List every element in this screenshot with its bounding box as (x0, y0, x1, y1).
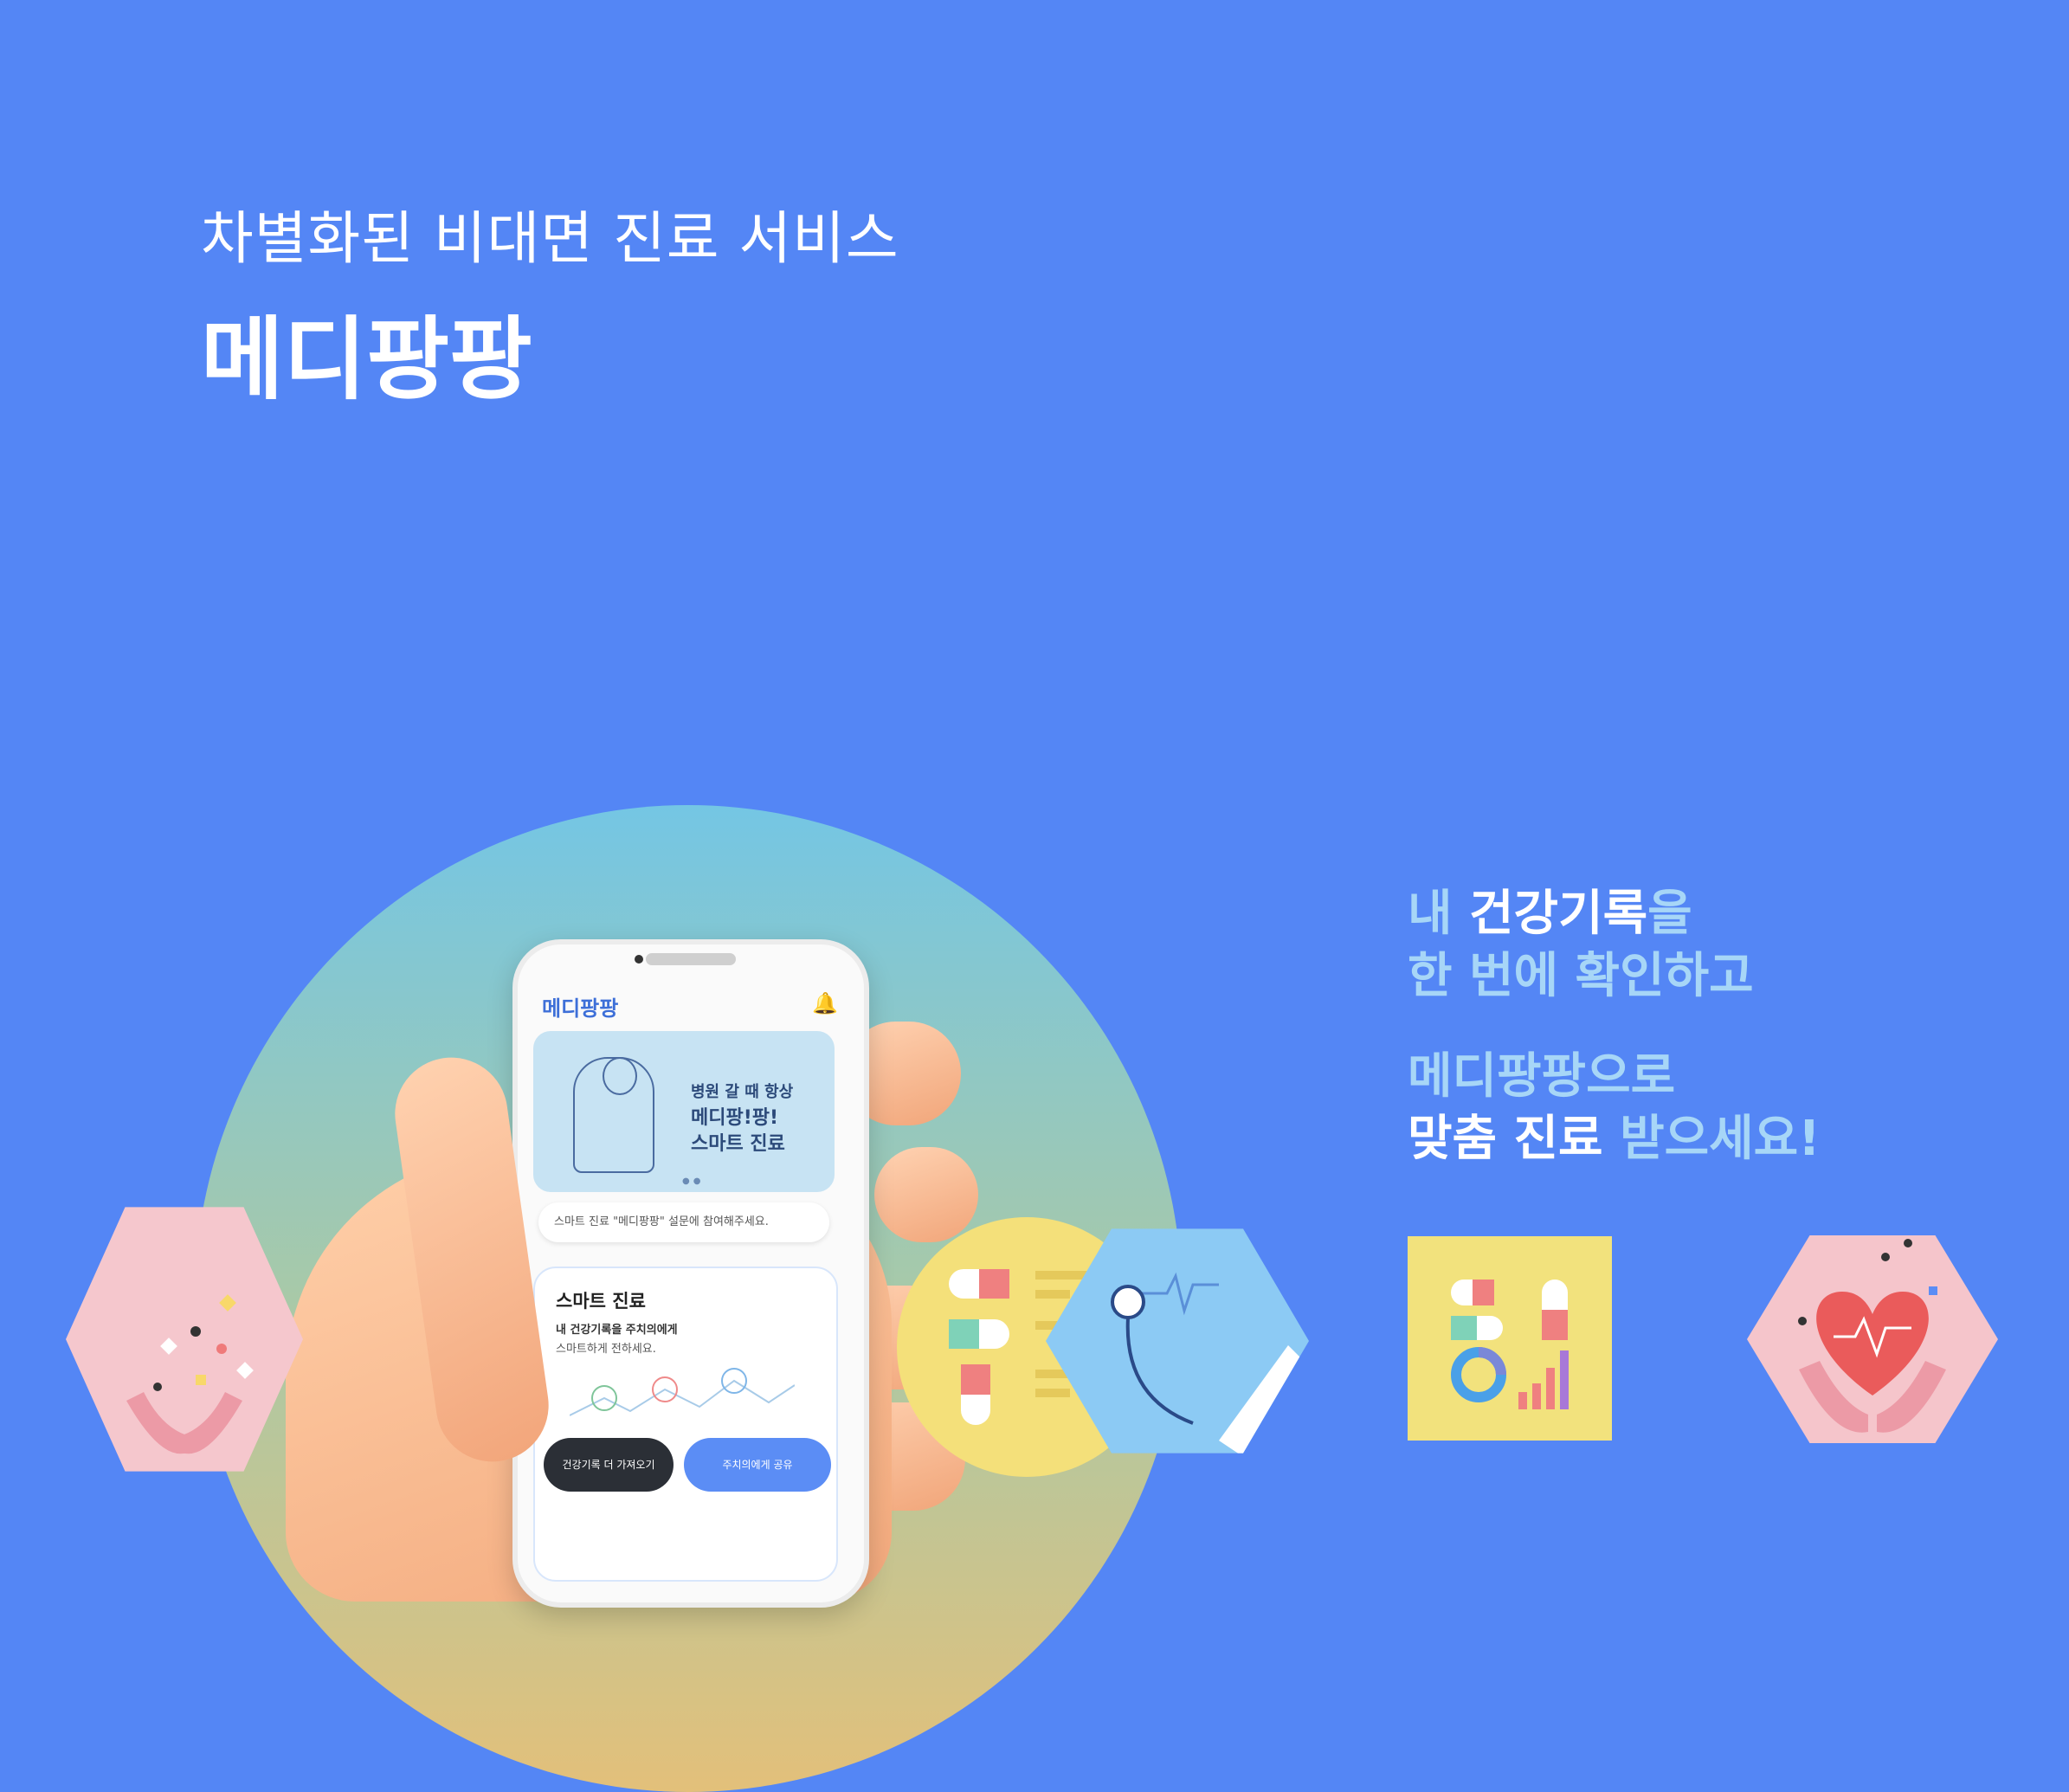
share-doctor-button[interactable]: 주치의에게 공유 (684, 1438, 831, 1492)
health-data-chart-icon (1408, 1236, 1612, 1441)
smart-care-card: 스마트 진료 내 건강기록을 주치의에게 스마트하게 전하세요. 건강기록 더 … (533, 1267, 838, 1582)
copy-line1-bold: 건강기록 (1469, 886, 1648, 942)
copy-line4: 맞춤 진료 받으세요! (1408, 1108, 1821, 1170)
survey-notice[interactable]: 스마트 진료 "메디팡팡" 설문에 참여해주세요. (538, 1202, 829, 1242)
copy-line4-bold: 맞춤 진료 (1408, 1111, 1621, 1167)
header-title: 메디팡팡 (201, 306, 532, 412)
import-records-button[interactable]: 건강기록 더 가져오기 (544, 1438, 674, 1492)
camera-icon (635, 955, 643, 964)
copy-line3: 메디팡팡으로 (1408, 1048, 1676, 1105)
phone-mockup: 메디팡팡 🔔 병원 갈 때 항상 메디팡!팡! 스마트 진료 ●● 스마트 진료… (512, 939, 869, 1608)
app-logo: 메디팡팡 (542, 996, 619, 1021)
phone-speaker (646, 953, 736, 965)
copy-line1: 내 건강기록을 (1408, 883, 1821, 945)
banner-line2: 메디팡!팡! (691, 1107, 779, 1129)
hands-heart-icon (1747, 1235, 1998, 1443)
marketing-copy: 내 건강기록을 한 번에 확인하고 메디팡팡으로 맞춤 진료 받으세요! (1408, 883, 1821, 1170)
header-subtitle: 차별화된 비대면 진료 서비스 (201, 205, 899, 272)
carousel-dots[interactable]: ●● (682, 1176, 704, 1186)
copy-line4-normal: 받으세요! (1620, 1111, 1821, 1167)
card-title: 스마트 진료 (556, 1291, 646, 1312)
health-graph-icon (570, 1368, 795, 1416)
card-desc1: 내 건강기록을 주치의에게 (556, 1324, 678, 1337)
banner-line1: 병원 갈 때 항상 (691, 1083, 794, 1101)
banner-line3: 스마트 진료 (691, 1133, 785, 1155)
copy-line1-a: 내 (1408, 886, 1470, 942)
copy-line1-b: 을 (1647, 886, 1692, 942)
copy-line2: 한 번에 확인하고 (1408, 948, 1754, 1004)
doctor-head-icon (603, 1057, 637, 1095)
promo-banner[interactable]: 병원 갈 때 항상 메디팡!팡! 스마트 진료 ●● (533, 1031, 835, 1192)
card-desc2: 스마트하게 전하세요. (556, 1343, 656, 1356)
bell-icon[interactable]: 🔔 (812, 991, 838, 1015)
